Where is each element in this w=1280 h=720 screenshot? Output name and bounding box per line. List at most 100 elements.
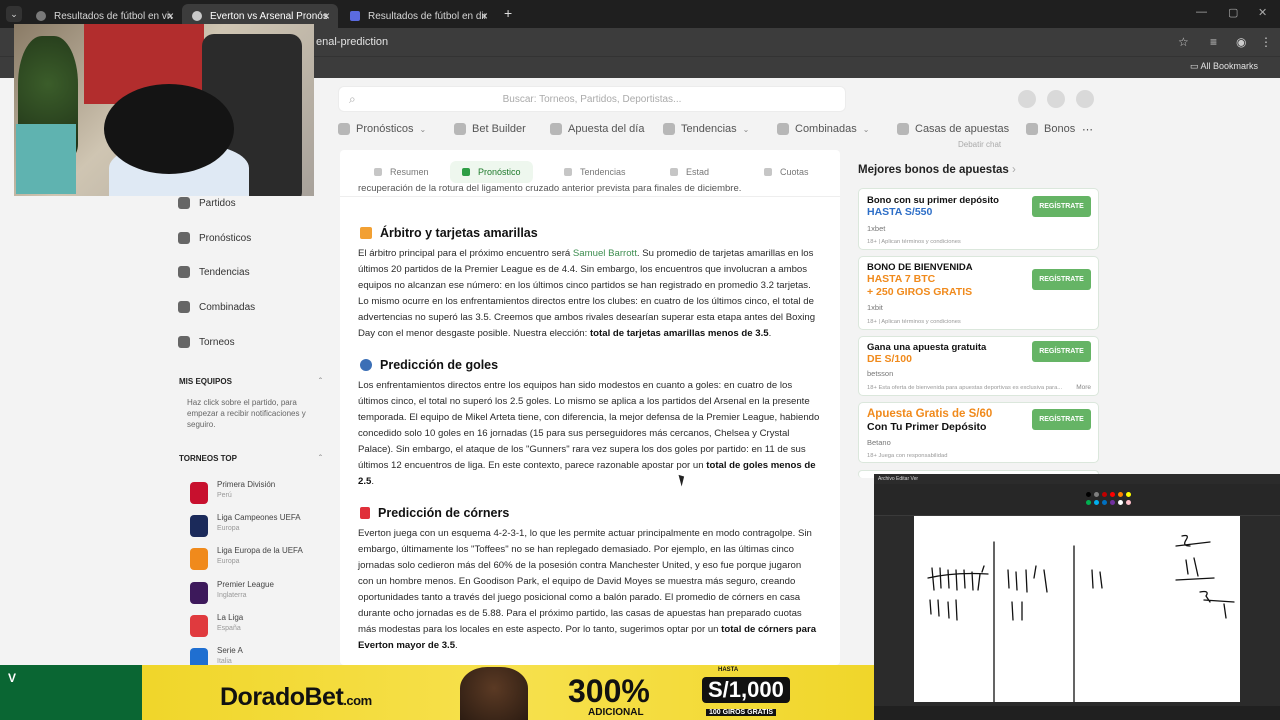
all-bookmarks-button[interactable]: ▭ All Bookmarks	[1190, 61, 1258, 72]
bonus-line1: Gana una apuesta gratuita	[867, 342, 987, 353]
nav-bet-builder[interactable]: Bet Builder	[454, 118, 526, 140]
globe-icon	[360, 359, 372, 371]
color-swatch[interactable]	[1110, 500, 1115, 505]
settings-icon[interactable]	[1018, 90, 1036, 108]
color-swatch[interactable]	[1126, 492, 1131, 497]
referee-link[interactable]: Samuel Barrott	[573, 248, 637, 259]
ad-brand-name: DoradoBet	[220, 683, 344, 711]
sidebar-item-tendencias[interactable]: Tendencias	[178, 266, 250, 278]
top-tournaments-heading[interactable]: TORNEOS TOP ˆ	[179, 454, 322, 463]
nav-casas-de-apuestas[interactable]: Casas de apuestas	[897, 118, 1009, 140]
text-run: advertencias no superó las 3.5. Creemos …	[358, 312, 816, 323]
search-input[interactable]: ⌕ Buscar: Torneos, Partidos, Deportistas…	[338, 86, 846, 112]
paint-canvas[interactable]	[914, 516, 1240, 703]
tab-search-button[interactable]: ⌄	[6, 6, 22, 22]
register-button[interactable]: REGÍSTRATE	[1032, 341, 1091, 362]
nav-apuesta-del-dia[interactable]: Apuesta del día	[550, 118, 644, 140]
minimize-icon[interactable]: —	[1196, 6, 1207, 18]
ad-brand: DoradoBet.com	[220, 683, 372, 712]
subtab-cuotas[interactable]: Cuotas	[752, 161, 821, 183]
section-title-text: Predicción de goles	[380, 358, 499, 372]
close-window-icon[interactable]: ✕	[1258, 6, 1267, 19]
text-run: Everton juega con un esquema 4-2-3-1, lo…	[358, 528, 812, 539]
restore-icon[interactable]: ▢	[1228, 6, 1238, 19]
text-run: jornadas solo cedieron más del 60% de la…	[358, 560, 802, 571]
nav-bonos[interactable]: Bonos	[1026, 118, 1075, 140]
bookmaker-name: 1xbet	[867, 224, 886, 233]
v-logo-icon: V	[8, 671, 17, 685]
star-icon[interactable]: ☆	[1178, 35, 1189, 49]
sidebar-item-label: Partidos	[199, 197, 236, 209]
color-swatch[interactable]	[1086, 500, 1091, 505]
la-liga-logo-icon	[190, 615, 208, 637]
close-icon[interactable]: ×	[481, 9, 488, 23]
bonus-card[interactable]: Bono con su primer depósito HASTA S/550 …	[858, 188, 1099, 250]
ad-brand-suffix: .com	[343, 693, 372, 708]
sidebar-item-torneos[interactable]: Torneos	[178, 336, 235, 348]
paragraph-line: jornadas solo cedieron más del 60% de la…	[358, 558, 828, 574]
bonus-card[interactable]: Apuesta Gratis de S/60 Con Tu Primer Dep…	[858, 402, 1099, 463]
paint-toolbar[interactable]	[874, 484, 1280, 516]
bonus-card[interactable]: BONO DE BIENVENIDA HASTA 7 BTC + 250 GIR…	[858, 256, 1099, 330]
color-swatch[interactable]	[1110, 492, 1115, 497]
url-text[interactable]: enal-prediction	[316, 36, 388, 48]
paragraph-line: últimos 20 partidos de la Premier League…	[358, 262, 828, 278]
league-country: Europa	[217, 558, 240, 565]
subtab-pronostico[interactable]: Pronóstico	[450, 161, 533, 183]
tab-favicon-icon	[350, 11, 360, 21]
text-run: Los enfrentamientos directos entre los e…	[358, 380, 793, 391]
color-swatch[interactable]	[1118, 492, 1123, 497]
color-swatch[interactable]	[1118, 500, 1123, 505]
bonus-card[interactable]: Gana una apuesta gratuita DE S/100 betss…	[858, 336, 1099, 396]
register-button[interactable]: REGÍSTRATE	[1032, 409, 1091, 430]
text-run: Palace). Sin embargo, el ataque de los "…	[358, 444, 806, 455]
close-icon[interactable]: ×	[167, 9, 174, 23]
subtab-label: Estad	[686, 167, 710, 177]
browser-tab[interactable]: Resultados de fútbol en directo ×	[340, 4, 496, 28]
more-icon[interactable]: ⋯	[1082, 118, 1093, 140]
bonus-section-title[interactable]: Mejores bonos de apuestas ›	[858, 164, 1016, 176]
tab-title: Everton vs Arsenal Pronósticos	[210, 10, 328, 22]
new-tab-button[interactable]: +	[504, 5, 512, 21]
text-run: concedido solo 10 goles en 16 jornadas (…	[358, 428, 790, 439]
register-button[interactable]: REGÍSTRATE	[1032, 196, 1091, 217]
color-swatch[interactable]	[1094, 492, 1099, 497]
paragraph-line: con un hombre menos. En Goodison Park, e…	[358, 574, 828, 590]
menu-icon[interactable]: ⋮	[1260, 35, 1272, 49]
league-country: Inglaterra	[217, 592, 247, 599]
color-swatch[interactable]	[1094, 500, 1099, 505]
nav-label: Apuesta del día	[568, 123, 645, 135]
sidebar-item-partidos[interactable]: Partidos	[178, 197, 236, 209]
paragraph-line: 2.5.	[358, 474, 828, 490]
ball-icon	[178, 197, 190, 209]
close-icon[interactable]: ×	[323, 9, 330, 23]
color-swatch[interactable]	[1102, 492, 1107, 497]
profile-icon[interactable]: ◉	[1236, 35, 1246, 49]
subtab-resumen[interactable]: Resumen	[362, 161, 441, 183]
color-swatch[interactable]	[1102, 500, 1107, 505]
bonus-line2: HASTA S/550	[867, 206, 933, 218]
reading-list-icon[interactable]: ≡	[1210, 35, 1217, 49]
bonus-line1: Apuesta Gratis de S/60	[867, 408, 993, 420]
color-swatch[interactable]	[1126, 500, 1131, 505]
bold-recommendation: total de tarjetas amarillas menos de 3.5	[589, 328, 769, 339]
sidebar-item-pronosticos[interactable]: Pronósticos	[178, 232, 251, 244]
sidebar-item-combinadas[interactable]: Combinadas	[178, 301, 255, 313]
subtab-tendencias[interactable]: Tendencias	[552, 161, 638, 183]
bonus-line2: HASTA 7 BTC	[867, 273, 936, 285]
paint-menu-bar[interactable]: Archivo Editar Ver	[878, 476, 918, 482]
user-icon[interactable]	[1076, 90, 1094, 108]
my-teams-heading[interactable]: MIS EQUIPOS ˆ	[179, 377, 322, 386]
nav-pronosticos[interactable]: Pronósticos ⌄	[338, 118, 426, 140]
nav-tendencias[interactable]: Tendencias ⌄	[663, 118, 749, 140]
subtab-estadisticas[interactable]: Estad	[658, 161, 721, 183]
nav-label: Pronósticos	[356, 123, 414, 135]
color-swatch[interactable]	[1086, 492, 1091, 497]
chevron-down-icon: ⌄	[862, 124, 870, 134]
nav-combinadas[interactable]: Combinadas ⌄	[777, 118, 869, 140]
paragraph-corners: Everton juega con un esquema 4-2-3-1, lo…	[358, 526, 828, 654]
register-button[interactable]: REGÍSTRATE	[1032, 269, 1091, 290]
more-link[interactable]: More	[1076, 384, 1091, 391]
favorites-star-icon[interactable]	[1047, 90, 1065, 108]
doradobet-ad-banner[interactable]: V DoradoBet.com 300% ADICIONAL HASTA S/1…	[0, 665, 874, 720]
